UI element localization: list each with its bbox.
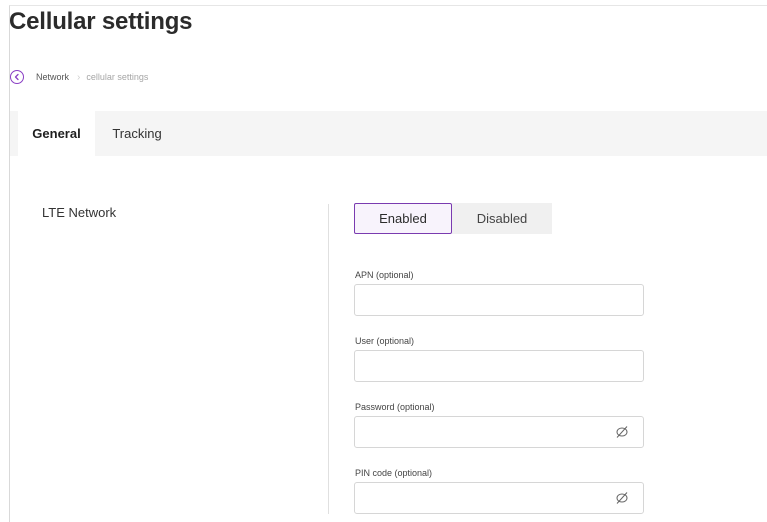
disabled-button[interactable]: Disabled	[452, 203, 552, 234]
eye-slash-icon	[616, 492, 628, 504]
pin-label: PIN code (optional)	[355, 468, 433, 478]
user-input[interactable]	[354, 350, 644, 382]
user-label: User (optional)	[355, 336, 415, 346]
lte-network-label: LTE Network	[42, 205, 117, 220]
page-title: Cellular settings	[9, 8, 193, 35]
breadcrumb-separator: ›	[77, 71, 81, 83]
tab-tracking[interactable]: Tracking	[102, 111, 172, 156]
section-divider	[328, 204, 329, 514]
password-visibility-toggle[interactable]	[614, 424, 630, 440]
password-label: Password (optional)	[355, 402, 435, 412]
breadcrumb-current: cellular settings	[86, 72, 149, 82]
pin-visibility-toggle[interactable]	[614, 490, 630, 506]
apn-input[interactable]	[354, 284, 644, 316]
breadcrumb: Network › cellular settings	[10, 69, 148, 85]
enabled-button[interactable]: Enabled	[354, 203, 452, 234]
chevron-left-icon	[14, 73, 19, 81]
breadcrumb-network[interactable]: Network	[36, 72, 69, 82]
pin-input[interactable]	[354, 482, 644, 514]
eye-slash-icon	[616, 426, 628, 438]
apn-label: APN (optional)	[355, 270, 414, 280]
back-button[interactable]	[10, 70, 24, 84]
tab-bar: General Tracking	[10, 111, 767, 156]
lte-toggle-group: Enabled Disabled	[354, 203, 552, 234]
tab-general[interactable]: General	[18, 111, 95, 156]
password-input[interactable]	[354, 416, 644, 448]
